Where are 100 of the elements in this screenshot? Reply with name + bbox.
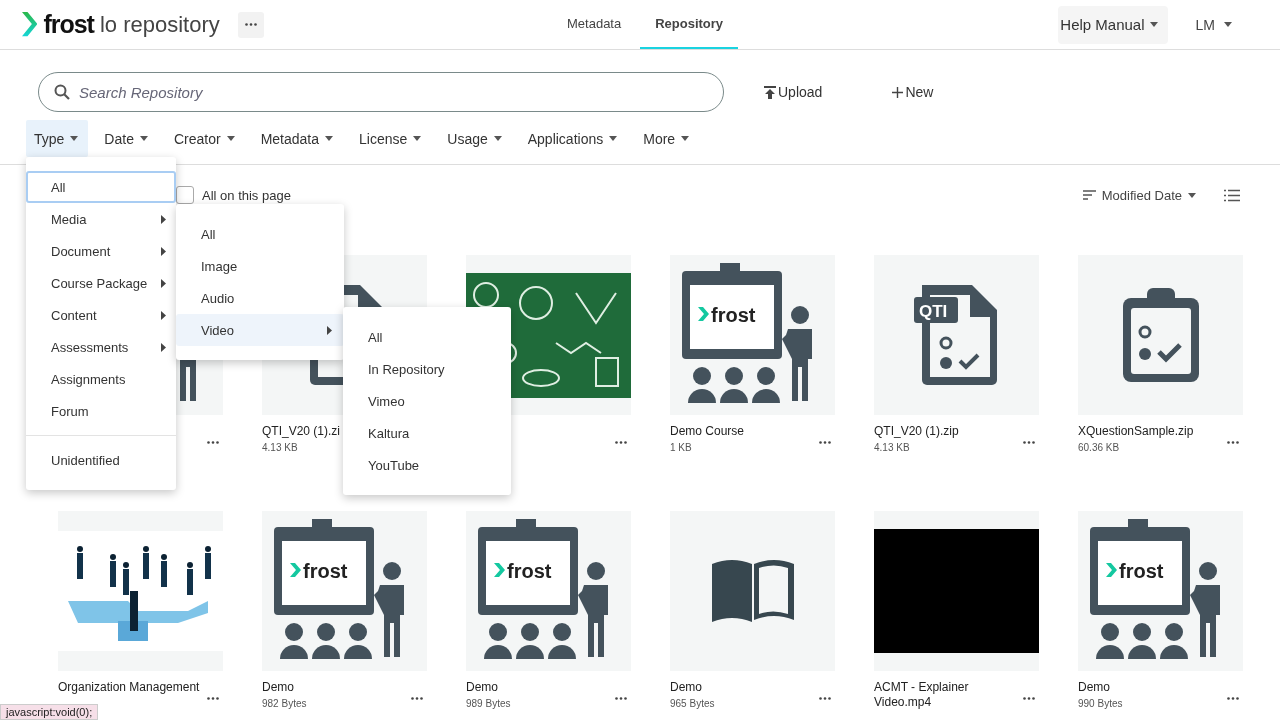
plus-icon (892, 86, 904, 98)
board-logo-text: frost (711, 303, 756, 326)
help-manual-button[interactable]: Help Manual (1058, 5, 1168, 44)
filter-dropdown[interactable]: More (635, 120, 700, 157)
filter-dropdown[interactable]: License (351, 120, 432, 157)
menu-item[interactable]: Image (176, 250, 344, 282)
file-size: 965 Bytes (670, 698, 715, 709)
file-size: 1 KB (670, 442, 692, 453)
new-button[interactable]: New (882, 80, 944, 104)
logo-text: frost (43, 10, 94, 39)
thumbnail[interactable]: frost (466, 511, 631, 671)
select-all-checkbox[interactable] (176, 186, 194, 204)
more-icon (1023, 441, 1035, 444)
more-icon (1227, 697, 1239, 700)
list-view-button[interactable] (1224, 188, 1240, 202)
select-all-label: All on this page (202, 187, 291, 203)
file-name: Demo (670, 680, 702, 695)
thumbnail[interactable]: QTI (874, 255, 1039, 415)
audience-figure (548, 622, 576, 659)
menu-item[interactable]: Video (176, 314, 344, 346)
caret-icon (70, 136, 79, 141)
menu-item[interactable]: Kaltura (343, 417, 511, 449)
audience-figure (1160, 622, 1188, 659)
filter-dropdown[interactable]: Date (96, 120, 158, 157)
caret-icon (1149, 22, 1158, 27)
more-icon (615, 441, 627, 444)
menu-item[interactable]: Content (26, 299, 176, 331)
caret-icon (681, 136, 690, 141)
menu-item[interactable]: YouTube (343, 449, 511, 481)
audience-figure (344, 622, 372, 659)
thumbnail[interactable]: frost (262, 511, 427, 671)
menu-item[interactable]: All (176, 218, 344, 250)
audience-figure (752, 366, 780, 403)
menu-item[interactable]: All (26, 171, 176, 203)
upload-icon (764, 85, 776, 99)
menu-item[interactable]: Course Package (26, 267, 176, 299)
audience-figure (720, 366, 748, 403)
filter-dropdown[interactable]: Type (26, 120, 89, 157)
file-name: QTI_V20 (1).zi (262, 424, 341, 439)
thumbnail[interactable]: frost (670, 255, 835, 415)
list-icon (1224, 188, 1240, 202)
board-logo-text: frost (507, 559, 552, 582)
thumbnail[interactable] (1078, 255, 1243, 415)
file-size: 989 Bytes (466, 698, 511, 709)
thumbnail[interactable]: frost (1078, 511, 1243, 671)
file-name: QTI_V20 (1).zip (874, 424, 959, 439)
menu-item[interactable]: Media (26, 203, 176, 235)
file-name: Organization Management (58, 680, 200, 695)
menu-item[interactable]: Assignments (26, 363, 176, 395)
file-name: Demo (262, 680, 294, 695)
thumbnail[interactable] (670, 511, 835, 671)
more-icon (819, 697, 831, 700)
board-logo-text: frost (1119, 559, 1164, 582)
more-icon (207, 441, 219, 444)
quiz-file-icon (913, 285, 997, 385)
menu-item[interactable]: Document (26, 235, 176, 267)
audience-figure (484, 622, 512, 659)
file-name: Demo (466, 680, 498, 695)
file-name: Demo (1078, 680, 1110, 695)
audience-figure (1096, 622, 1124, 659)
nav-tab[interactable]: Repository (640, 0, 739, 49)
menu-item[interactable]: Assessments (26, 331, 176, 363)
menu-item[interactable]: Unidentified (26, 444, 176, 476)
filter-dropdown[interactable]: Applications (519, 120, 628, 157)
audience-figure (280, 622, 308, 659)
thumbnail[interactable] (874, 511, 1039, 671)
filter-dropdown[interactable]: Usage (439, 120, 512, 157)
caret-icon (1224, 22, 1232, 27)
menu-item[interactable]: All (343, 321, 511, 353)
more-icon (1023, 697, 1035, 700)
upload-button[interactable]: Upload (754, 80, 833, 104)
more-button[interactable] (237, 11, 264, 38)
file-size: 982 Bytes (262, 698, 307, 709)
filter-dropdown[interactable]: Creator (165, 120, 245, 157)
more-icon (207, 697, 219, 700)
more-icon (1227, 441, 1239, 444)
menu-item[interactable]: Forum (26, 395, 176, 427)
file-size: 4.13 KB (874, 442, 910, 453)
menu-item[interactable]: Vimeo (343, 385, 511, 417)
more-icon (244, 23, 257, 26)
audience-figure (1128, 622, 1156, 659)
caret-icon (609, 136, 618, 141)
audience-figure (516, 622, 544, 659)
sort-dropdown[interactable]: Modified Date (1076, 186, 1202, 204)
user-menu-button[interactable]: LM (1185, 16, 1242, 33)
file-name: XQuestionSample.zip (1078, 424, 1194, 439)
caret-icon (325, 136, 333, 141)
menu-item[interactable]: Audio (176, 282, 344, 314)
book-icon (711, 560, 794, 622)
file-size: 4.13 KB (262, 442, 298, 453)
nav-tab[interactable]: Metadata (552, 0, 637, 49)
filter-dropdown[interactable]: Metadata (252, 120, 343, 157)
menu-item[interactable]: In Repository (343, 353, 511, 385)
file-badge-text: QTI (918, 302, 947, 321)
file-name: ACMT - Explainer Video.mp4 (874, 680, 970, 710)
caret-icon (1188, 192, 1196, 198)
search-field[interactable]: Search Repository (38, 72, 724, 112)
app-name: lo repository (99, 11, 220, 38)
more-icon (819, 441, 831, 444)
search-icon (54, 84, 70, 100)
